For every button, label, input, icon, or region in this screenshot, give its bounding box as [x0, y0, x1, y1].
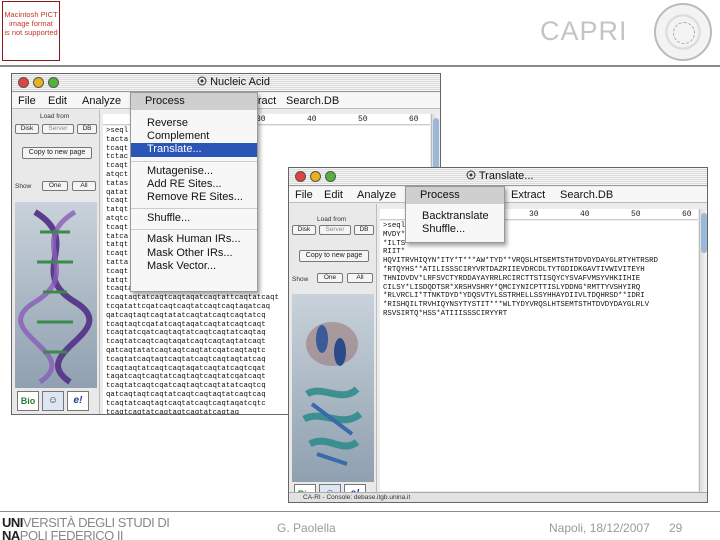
process-menu: Process Reverse Complement Translate... … — [130, 92, 258, 292]
menu-item-mutagenise[interactable]: Mutagenise... — [131, 165, 257, 178]
menu-analyze[interactable]: Analyze — [357, 189, 396, 201]
dna-helix-image — [15, 202, 97, 388]
sidebar: Load from Disk Server DB Copy to new pag… — [289, 204, 377, 502]
page-number: 29 — [669, 521, 683, 535]
sequence-line: THNIDVDV*LRFSVCTYRDDAYAYRRLRCIRCTTSTISQY… — [383, 274, 641, 283]
university-logo-line2: NAPOLI FEDERICO II — [2, 528, 124, 540]
slide-title: CAPRI — [540, 16, 628, 46]
menu-item-remove-re-sites[interactable]: Remove RE Sites... — [131, 191, 257, 204]
menu-file[interactable]: File — [18, 95, 36, 107]
scrollbar-thumb[interactable] — [701, 213, 707, 253]
e-logo: e! — [67, 391, 89, 411]
title-bar[interactable]: Nucleic Acid — [12, 74, 440, 92]
zoom-button[interactable] — [325, 171, 336, 182]
logo-row: Bio ☺ e! — [17, 391, 89, 411]
menu-item-shuffle[interactable]: Shuffle... — [406, 223, 504, 236]
bio-logo: Bio — [17, 391, 39, 411]
sequence-line: RSVSIRTQ*HSS*ATIIISSSCIRYYRT — [383, 309, 508, 318]
sequence-line: HQVITRVHIQYN*ITY*T***AW*TYD**VRQSLHTSEMT… — [383, 257, 658, 266]
process-menu-header[interactable]: Process — [406, 187, 504, 204]
menu-search-db[interactable]: Search.DB — [286, 95, 339, 107]
window-title: Nucleic Acid — [197, 76, 270, 88]
menu-file[interactable]: File — [295, 189, 313, 201]
load-from-label: Load from — [317, 216, 347, 223]
copy-to-new-page-button[interactable]: Copy to new page — [22, 147, 92, 159]
show-label: Show — [15, 183, 32, 190]
title-bar[interactable]: Translate... — [289, 168, 707, 186]
db-button[interactable]: DB — [77, 124, 97, 134]
load-from-label: Load from — [40, 113, 70, 120]
process-menu-front: Process Backtranslate Shuffle... — [405, 186, 505, 243]
server-button[interactable]: Server — [319, 225, 351, 235]
sequence-line: CILSY*LISDQDTSR*XRSHVSHRY*QMCIYNICPTTISL… — [383, 283, 641, 292]
protein-text-area[interactable]: >seql MVDY* *ILTS RIIT* HQVITRVHIQYN*ITY*T**… — [380, 221, 698, 491]
menu-edit[interactable]: Edit — [48, 95, 67, 107]
menu-analyze[interactable]: Analyze — [82, 95, 121, 107]
menu-item-add-re-sites[interactable]: Add RE Sites... — [131, 178, 257, 191]
sidebar: Load from Disk Server DB Copy to new pag… — [12, 110, 100, 414]
show-one-button[interactable]: One — [42, 181, 68, 191]
minimize-button[interactable] — [310, 171, 321, 182]
sequence-line: *RLVRCLI*TTNKTDYD*YDQSVTYLSSTRHELLSSYHHA… — [383, 292, 645, 301]
missing-image-placeholder: Macintosh PICT image format is not suppo… — [2, 1, 60, 61]
header-divider — [0, 65, 720, 67]
vertical-scrollbar[interactable] — [699, 209, 707, 492]
menu-edit[interactable]: Edit — [324, 189, 343, 201]
menu-item-translate[interactable]: Translate... — [131, 143, 257, 157]
footer-author: G. Paolella — [277, 521, 336, 535]
menu-item-reverse[interactable]: Reverse — [131, 117, 257, 130]
menu-item-complement[interactable]: Complement — [131, 130, 257, 143]
menu-item-mask-human-irs[interactable]: Mask Human IRs... — [131, 233, 257, 246]
menu-item-mask-other-irs[interactable]: Mask Other IRs... — [131, 247, 257, 260]
dna-helix-icon — [18, 209, 93, 385]
footer-date: Napoli, 18/12/2007 — [549, 521, 650, 535]
disk-button[interactable]: Disk — [15, 124, 39, 134]
protein-structure-image — [292, 294, 374, 482]
sequence-line: *RISHQILTRVHIQYNSYTYSTIT***WLTYDYVRQSLHT… — [383, 301, 650, 310]
close-button[interactable] — [18, 77, 29, 88]
sequence-line: *RTQYHS**ATILISSSCIRYVRTDAZRIIEVDRCDLTYT… — [383, 265, 645, 274]
zoom-button[interactable] — [48, 77, 59, 88]
db-button[interactable]: DB — [354, 225, 374, 235]
menu-search-db[interactable]: Search.DB — [560, 189, 613, 201]
show-one-button[interactable]: One — [317, 273, 343, 283]
university-seal-icon — [654, 3, 712, 61]
copy-to-new-page-button[interactable]: Copy to new page — [299, 250, 369, 262]
window-title: Translate... — [466, 170, 533, 182]
process-menu-header[interactable]: Process — [131, 93, 257, 110]
close-button[interactable] — [295, 171, 306, 182]
document-icon — [466, 170, 476, 180]
server-button[interactable]: Server — [42, 124, 74, 134]
show-all-button[interactable]: All — [72, 181, 96, 191]
sequence-line: RIIT* — [383, 248, 406, 257]
show-all-button[interactable]: All — [347, 273, 373, 283]
document-icon — [197, 76, 207, 86]
menu-item-shuffle[interactable]: Shuffle... — [131, 212, 257, 225]
status-bar: CA-RI - Console: debase.itgb.unina.it — [289, 492, 707, 502]
show-label: Show — [292, 276, 309, 283]
protein-ribbon-icon — [302, 322, 363, 466]
disk-button[interactable]: Disk — [292, 225, 316, 235]
menu-extract[interactable]: Extract — [511, 189, 545, 201]
mascot-icon: ☺ — [42, 391, 64, 411]
footer-divider — [0, 511, 720, 512]
menu-item-backtranslate[interactable]: Backtranslate — [406, 210, 504, 223]
minimize-button[interactable] — [33, 77, 44, 88]
menu-item-mask-vector[interactable]: Mask Vector... — [131, 260, 257, 273]
